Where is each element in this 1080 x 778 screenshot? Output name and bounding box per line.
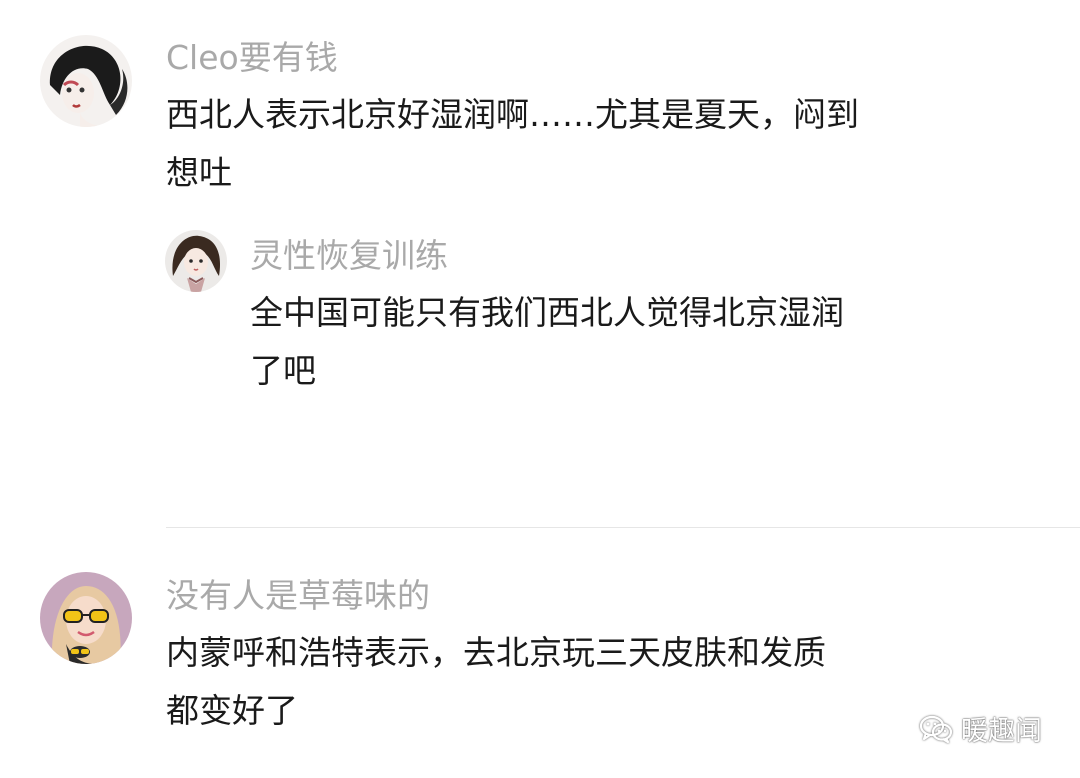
watermark: 暖趣闻 xyxy=(919,709,1042,748)
comment-text-line: 想吐 xyxy=(166,153,232,192)
username[interactable]: 灵性恢复训练 xyxy=(250,236,448,276)
avatar[interactable] xyxy=(165,230,227,292)
comment-text-line: 了吧 xyxy=(250,351,316,390)
comment-text: 内蒙呼和浩特表示，去北京玩三天皮肤和发质 都变好了 xyxy=(166,624,826,740)
comment-item: 没有人是草莓味的 内蒙呼和浩特表示，去北京玩三天皮肤和发质 都变好了 xyxy=(0,528,1080,778)
comment-text: 西北人表示北京好湿润啊……尤其是夏天，闷到 想吐 xyxy=(166,86,859,202)
comment-text-line: 内蒙呼和浩特表示，去北京玩三天皮肤和发质 xyxy=(166,633,826,672)
username[interactable]: Cleo要有钱 xyxy=(166,38,338,78)
comment-text-line: 西北人表示北京好湿润啊……尤其是夏天，闷到 xyxy=(166,95,859,134)
comment-text: 全中国可能只有我们西北人觉得北京湿润 了吧 xyxy=(250,284,844,400)
username[interactable]: 没有人是草莓味的 xyxy=(166,576,430,616)
wechat-icon xyxy=(919,714,953,744)
comment-text-line: 都变好了 xyxy=(166,691,298,730)
watermark-text: 暖趣闻 xyxy=(961,716,1042,747)
comment-item: Cleo要有钱 西北人表示北京好湿润啊……尤其是夏天，闷到 想吐 灵性恢复训练 … xyxy=(0,0,1080,520)
avatar[interactable] xyxy=(40,572,132,664)
comment-text-line: 全中国可能只有我们西北人觉得北京湿润 xyxy=(250,293,844,332)
avatar[interactable] xyxy=(40,35,132,127)
